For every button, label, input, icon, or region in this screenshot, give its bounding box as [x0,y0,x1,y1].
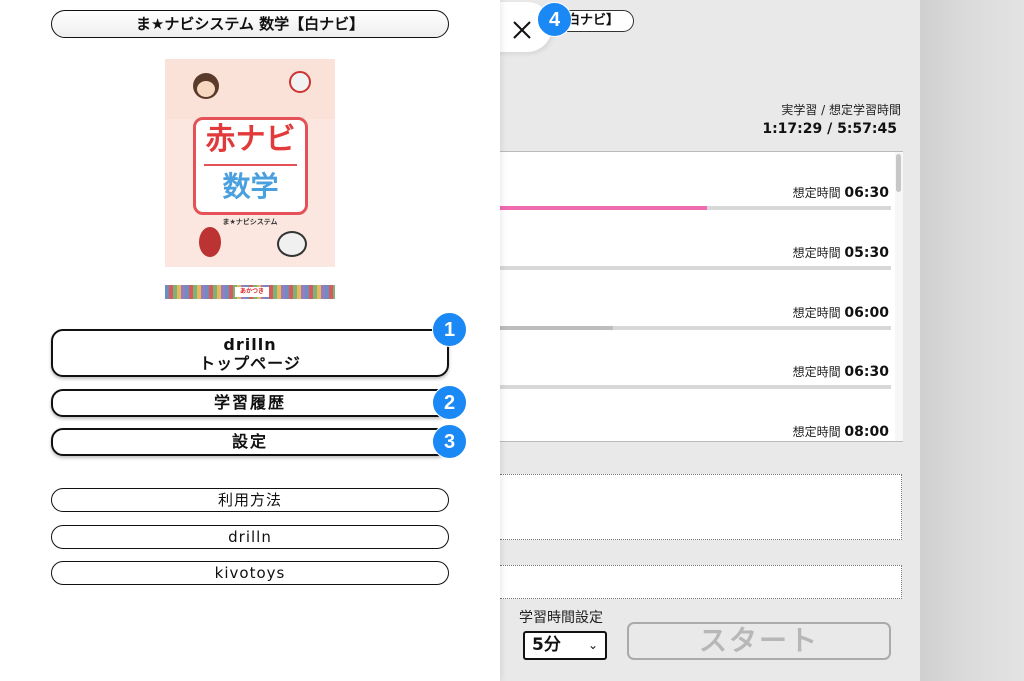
study-time-setting-label: 学習時間設定 [519,610,603,626]
list-item-time: 想定時間 06:30 [792,364,889,380]
study-time-select[interactable]: 5分 ⌄ [523,631,607,660]
cover-character [199,227,221,257]
study-time-value: 1:17:29 / 5:57:45 [762,121,897,137]
study-time-selected: 5分 [532,635,561,655]
list-item-time: 想定時間 06:00 [792,305,889,321]
cover-system-name: ま★ナビシステム [222,218,278,226]
close-icon [513,21,531,39]
start-button[interactable]: スタート [627,622,891,660]
cover-title-sub: 数学 [222,170,279,203]
list-item[interactable]: 想定時間 06:30 [500,152,893,211]
cover-title-card: 赤ナビ 数学 [193,117,308,215]
book-cover-image: 赤ナビ 数学 ま★ナビシステム あかつき [165,59,335,299]
badge-1: 1 [432,312,467,347]
progress-fill [500,326,614,330]
list-item[interactable]: 想定時間 06:00 [500,272,893,331]
drilln-top-page-button[interactable]: drilln トップページ [51,329,449,377]
cover-top-illustration [165,59,335,119]
cover-title-rule [204,164,297,166]
progress-fill [500,206,708,210]
badge-4: 4 [537,2,572,37]
cover-title-main: 赤ナビ [205,122,296,157]
text-input[interactable] [500,565,902,599]
right-gutter [920,0,1024,681]
drawer-title: ま★ナビシステム 数学【白ナビ】 [51,10,449,38]
progress-bar [500,266,891,270]
study-time-label: 実学習 / 想定学習時間 [781,103,901,117]
drilln-link[interactable]: drilln [51,525,449,549]
unit-list[interactable]: 想定時間 06:30 想定時間 05:30 想定時間 06:00 想定時間 06… [500,151,903,442]
drilln-top-line2: トップページ [199,354,301,373]
list-item[interactable]: 想定時間 06:30 [500,331,893,390]
settings-button[interactable]: 設定 [51,428,449,456]
list-item-time: 想定時間 05:30 [792,245,889,261]
list-item[interactable]: 想定時間 05:30 [500,212,893,271]
drilln-top-line1: drilln [223,335,277,354]
cover-publisher: あかつき [235,287,269,297]
list-item[interactable]: 想定時間 08:00 [500,391,893,441]
study-history-button[interactable]: 学習履歴 [51,389,449,417]
list-scrollbar[interactable] [895,152,903,441]
kivotoys-link[interactable]: kivotoys [51,561,449,585]
header-title-text: 白ナビ】 [567,13,620,28]
list-scrollbar-thumb[interactable] [896,154,901,192]
side-drawer: ま★ナビシステム 数学【白ナビ】 赤ナビ 数学 ま★ナビシステム あかつき dr… [0,0,500,681]
usage-link[interactable]: 利用方法 [51,488,449,512]
list-item-time: 想定時間 06:30 [792,185,889,201]
progress-bar [500,206,891,210]
progress-bar [500,385,891,389]
memo-area[interactable] [500,474,902,540]
badge-2: 2 [432,385,467,420]
cover-character [289,71,311,93]
cover-character [277,231,307,257]
chevron-down-icon: ⌄ [587,638,598,652]
progress-bar [500,326,891,330]
list-item-time: 想定時間 08:00 [792,424,889,440]
badge-3: 3 [432,424,467,459]
cover-character-face [197,81,215,97]
